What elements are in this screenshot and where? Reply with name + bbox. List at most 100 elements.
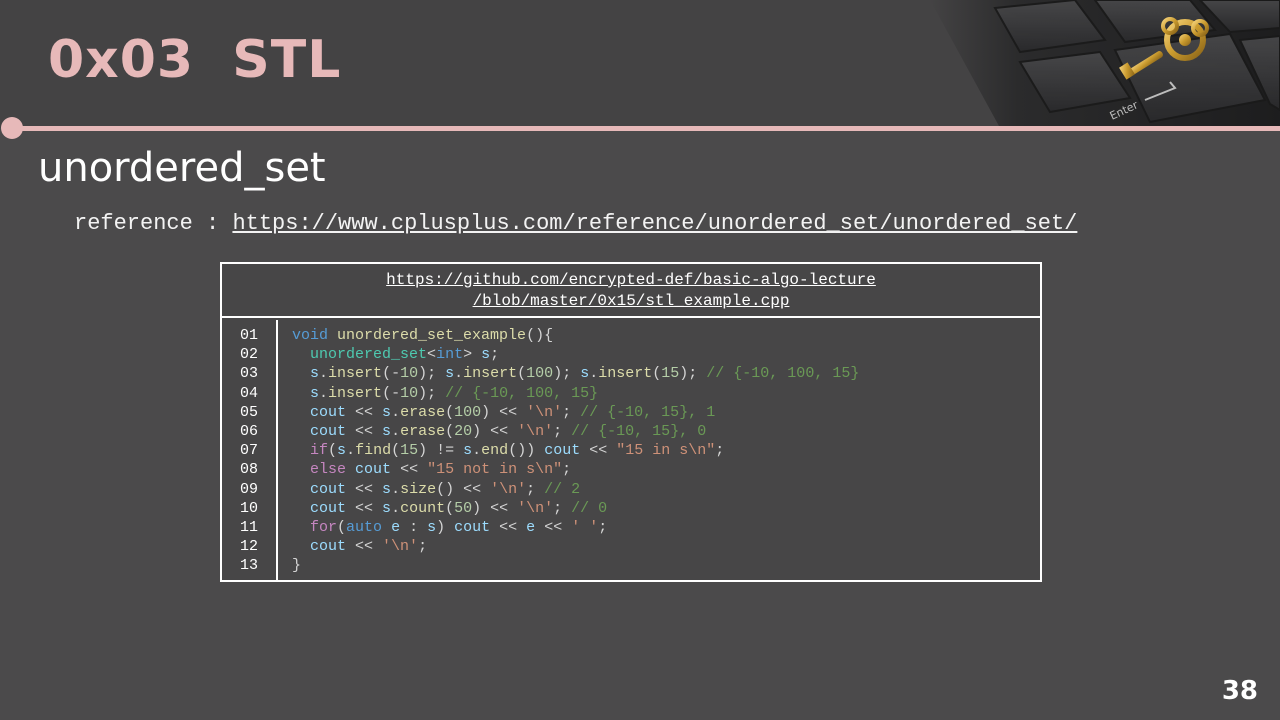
code-token: << [346, 422, 383, 440]
code-token: << [490, 518, 527, 536]
code-token: unordered_set [310, 346, 428, 364]
code-token: '\n' [517, 422, 554, 440]
code-body: void unordered_set_example(){ unordered_… [292, 320, 1032, 580]
code-token: '\n' [526, 403, 563, 421]
code-token: s [382, 403, 392, 421]
code-token: 20 [454, 422, 473, 440]
code-token: << [391, 461, 428, 479]
code-token: } [292, 557, 302, 575]
code-token: s [580, 365, 590, 383]
code-token: // {-10, 100, 15} [445, 384, 599, 402]
code-token: (){ [526, 327, 554, 344]
code-source-link-line2[interactable]: /blob/master/0x15/stl_example.cpp [222, 291, 1040, 312]
code-token: . [319, 365, 329, 383]
code-token: s [382, 422, 392, 440]
code-token: cout [310, 480, 347, 498]
code-token: ); [418, 384, 446, 402]
code-line: cout << s.count(50) << '\n'; // 0 [292, 499, 1032, 518]
code-token: 50 [454, 499, 473, 517]
code-token: insert [463, 365, 518, 383]
line-number: 07 [239, 442, 258, 460]
code-token: . [391, 403, 401, 421]
slide-title: 0x03 STL [48, 30, 342, 90]
code-line: else cout << "15 not in s\n"; [292, 460, 1032, 479]
code-token: ; [553, 499, 572, 517]
code-line: cout << s.size() << '\n'; // 2 [292, 480, 1032, 499]
line-number: 06 [239, 422, 258, 440]
code-token: count [400, 499, 446, 517]
code-line: cout << '\n'; [292, 537, 1032, 556]
code-token: ( [328, 442, 338, 460]
code-token: < [427, 346, 437, 364]
reference-label: reference : [74, 211, 233, 236]
code-token: for [310, 518, 338, 536]
code-token: . [472, 442, 482, 460]
code-token: ( [445, 403, 455, 421]
code-token: s [310, 365, 320, 383]
code-token: cout [454, 518, 491, 536]
code-token: 15 [661, 365, 680, 383]
keyboard-key-photo: Enter [900, 0, 1280, 128]
code-token: ; [490, 346, 500, 364]
reference-link[interactable]: https://www.cplusplus.com/reference/unor… [232, 211, 1077, 236]
code-token: s [382, 480, 392, 498]
code-token: 100 [454, 403, 482, 421]
line-number: 12 [239, 538, 258, 556]
code-token: ( [652, 365, 662, 383]
code-token: ; [598, 518, 608, 536]
code-token: cout [310, 422, 347, 440]
code-token: ) [436, 518, 455, 536]
page-number: 38 [1221, 676, 1258, 706]
code-token: ) << [472, 422, 518, 440]
code-token: void [292, 327, 329, 344]
code-token: > [463, 346, 482, 364]
code-token: ; [562, 461, 572, 479]
line-number: 09 [239, 480, 258, 498]
code-token: ( [337, 518, 347, 536]
code-source-link: https://github.com/encrypted-def/basic-a… [222, 264, 1040, 318]
code-token: . [589, 365, 599, 383]
code-token: // {-10, 15}, 1 [580, 403, 716, 421]
line-number: 10 [239, 499, 258, 517]
code-token: "15 in s\n" [616, 442, 716, 460]
code-token: // {-10, 15}, 0 [571, 422, 707, 440]
code-source-link-line1[interactable]: https://github.com/encrypted-def/basic-a… [222, 270, 1040, 291]
code-token: ; [715, 442, 725, 460]
code-token: ); [418, 365, 446, 383]
code-token: << [580, 442, 617, 460]
line-number: 05 [239, 403, 258, 421]
code-token: << [346, 480, 383, 498]
code-token: e [526, 518, 536, 536]
code-token: << [346, 403, 383, 421]
code-token: erase [400, 403, 446, 421]
line-number-gutter: 01 02 03 04 05 06 07 08 09 10 11 12 13 [222, 320, 278, 580]
code-token: unordered_set_example [337, 327, 527, 344]
code-token: << [535, 518, 572, 536]
line-number: 01 [239, 327, 258, 344]
line-number: 02 [239, 346, 258, 364]
code-token: s [481, 346, 491, 364]
code-token: : [400, 518, 428, 536]
code-token: cout [544, 442, 581, 460]
code-token: s [445, 365, 455, 383]
code-token: ; [562, 403, 581, 421]
code-line: cout << s.erase(20) << '\n'; // {-10, 15… [292, 422, 1032, 441]
code-token: end [481, 442, 509, 460]
code-token: . [319, 384, 329, 402]
section-heading: unordered_set [38, 145, 326, 191]
code-token: ; [526, 480, 545, 498]
code-token: . [391, 422, 401, 440]
code-token: cout [355, 461, 392, 479]
code-token: . [391, 480, 401, 498]
code-token: insert [328, 384, 383, 402]
code-token: '\n' [517, 499, 554, 517]
line-number: 13 [239, 557, 258, 575]
